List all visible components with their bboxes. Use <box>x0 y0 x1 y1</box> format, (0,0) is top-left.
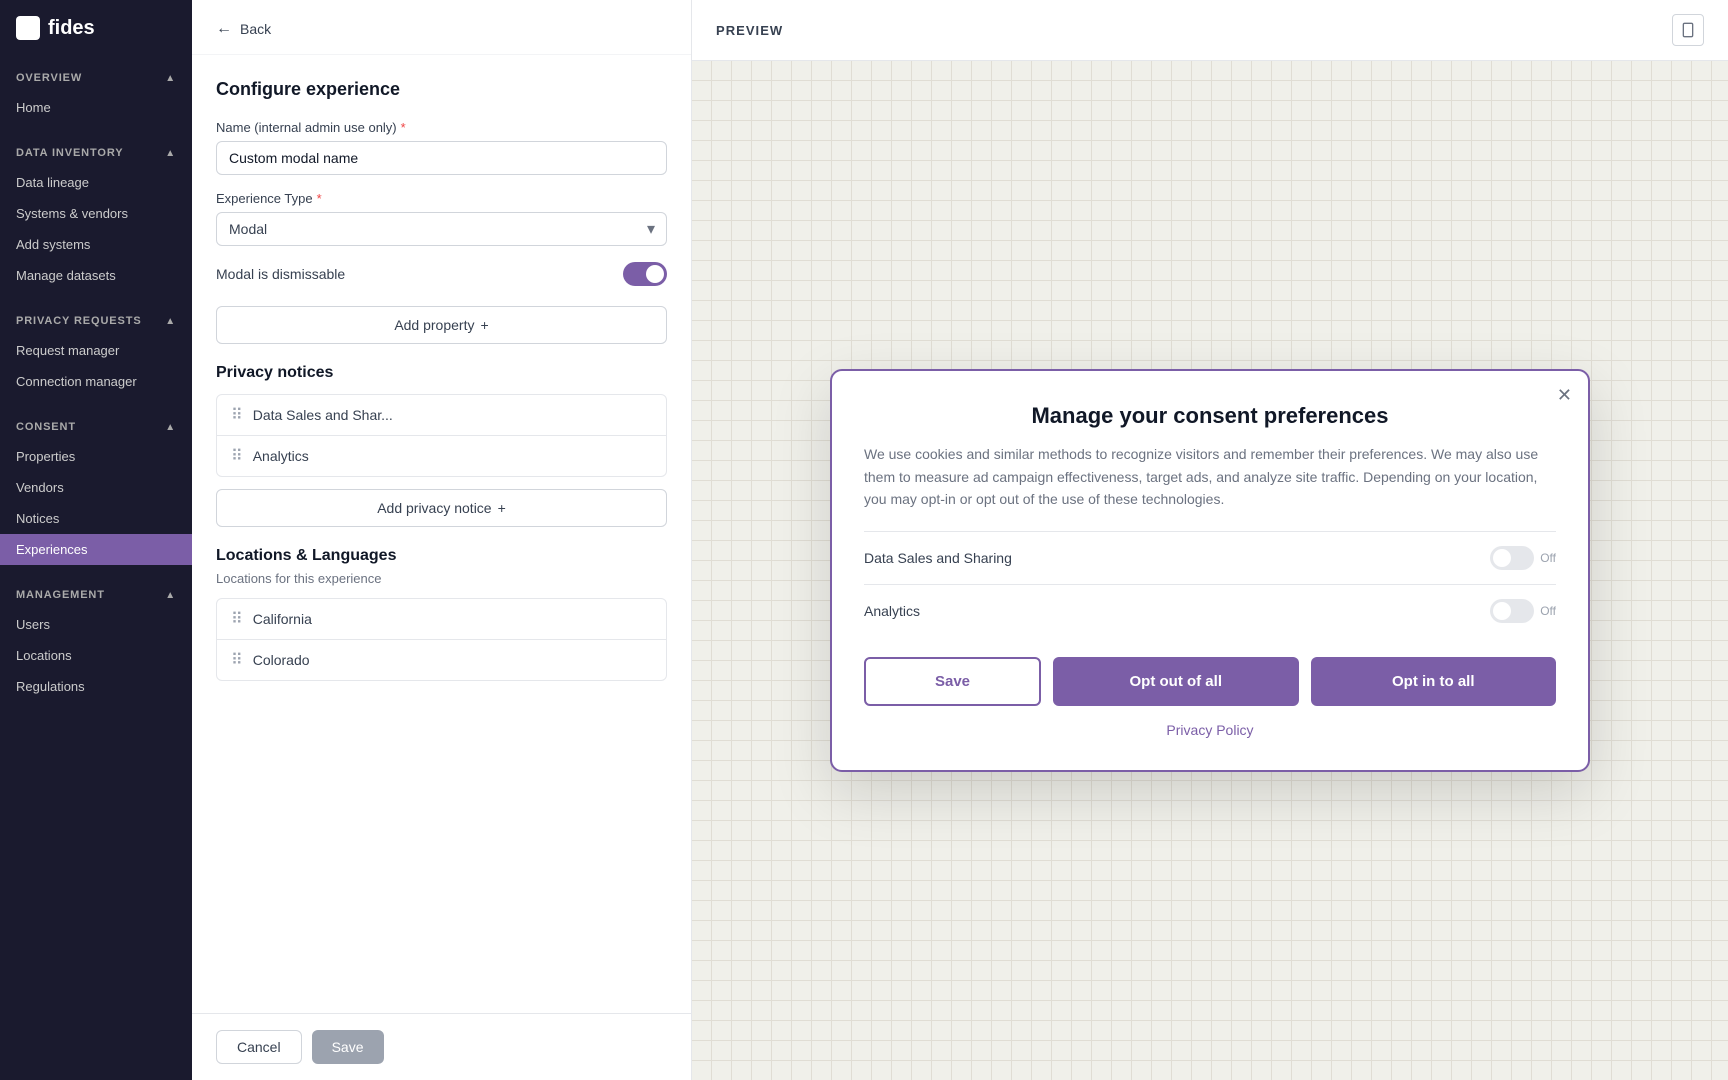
chevron-up-icon: ▲ <box>165 422 176 433</box>
sidebar-section-overview: OVERVIEW ▲ Home <box>0 56 192 131</box>
location-item-california: ⠿ California <box>217 599 666 640</box>
preview-content: ✕ Manage your consent preferences We use… <box>692 61 1728 1080</box>
chevron-up-icon: ▲ <box>165 316 176 327</box>
locations-title: Locations & Languages <box>216 547 667 565</box>
sidebar-item-notices[interactable]: Notices <box>0 503 192 534</box>
notice-item-label: Data Sales and Shar... <box>253 407 393 423</box>
sidebar: fides OVERVIEW ▲ Home DATA INVENTORY ▲ D… <box>0 0 192 1080</box>
modal-dismissable-row: Modal is dismissable <box>216 262 667 286</box>
config-panel: ← Back Configure experience Name (intern… <box>192 0 692 1080</box>
sidebar-item-request-manager[interactable]: Request manager <box>0 335 192 366</box>
app-name: fides <box>48 17 95 40</box>
plus-icon: + <box>480 317 488 333</box>
location-label: Colorado <box>253 652 310 668</box>
modal-close-button[interactable]: ✕ <box>1557 385 1572 406</box>
experience-type-label: Experience Type * <box>216 191 667 206</box>
modal-buttons: Save Opt out of all Opt in to all <box>864 657 1556 706</box>
app-logo: fides <box>0 0 192 56</box>
config-footer: Cancel Save <box>192 1013 691 1080</box>
sidebar-item-home[interactable]: Home <box>0 92 192 123</box>
sidebar-item-add-systems[interactable]: Add systems <box>0 229 192 260</box>
consent-item-analytics: Analytics Off <box>864 584 1556 637</box>
modal-description: We use cookies and similar methods to re… <box>864 443 1556 510</box>
tablet-icon <box>1680 22 1696 38</box>
back-button[interactable]: ← Back <box>192 0 691 55</box>
modal-dismissable-label: Modal is dismissable <box>216 266 345 282</box>
modal-title: Manage your consent preferences <box>864 403 1556 429</box>
cancel-button[interactable]: Cancel <box>216 1030 302 1064</box>
notice-list: ⠿ Data Sales and Shar... ⠿ Analytics <box>216 394 667 477</box>
sidebar-item-experiences[interactable]: Experiences <box>0 534 192 565</box>
sidebar-item-locations[interactable]: Locations <box>0 640 192 671</box>
sidebar-item-regulations[interactable]: Regulations <box>0 671 192 702</box>
sidebar-section-consent: CONSENT ▲ Properties Vendors Notices Exp… <box>0 405 192 573</box>
modal-save-button[interactable]: Save <box>864 657 1041 706</box>
logo-icon <box>16 16 40 40</box>
modal-opt-in-button[interactable]: Opt in to all <box>1311 657 1557 706</box>
back-label: Back <box>240 21 271 37</box>
drag-handle-icon[interactable]: ⠿ <box>231 609 243 629</box>
chevron-up-icon: ▲ <box>165 590 176 601</box>
consent-modal: ✕ Manage your consent preferences We use… <box>830 369 1590 771</box>
sidebar-section-header-management[interactable]: MANAGEMENT ▲ <box>0 581 192 609</box>
chevron-up-icon: ▲ <box>165 148 176 159</box>
required-indicator: * <box>317 191 322 206</box>
privacy-policy-link[interactable]: Privacy Policy <box>864 722 1556 738</box>
location-label: California <box>253 611 312 627</box>
add-property-button[interactable]: Add property + <box>216 306 667 344</box>
sidebar-item-properties[interactable]: Properties <box>0 441 192 472</box>
sidebar-section-header-privacy-requests[interactable]: PRIVACY REQUESTS ▲ <box>0 307 192 335</box>
save-button[interactable]: Save <box>312 1030 384 1064</box>
consent-toggle-data-sales[interactable]: Off <box>1490 546 1556 570</box>
drag-handle-icon[interactable]: ⠿ <box>231 405 243 425</box>
drag-handle-icon[interactable]: ⠿ <box>231 446 243 466</box>
modal-dismissable-toggle[interactable] <box>623 262 667 286</box>
experience-type-select-wrapper: Modal ▾ <box>216 212 667 246</box>
back-arrow-icon: ← <box>216 20 232 38</box>
sidebar-section-header-consent[interactable]: CONSENT ▲ <box>0 413 192 441</box>
experience-type-select[interactable]: Modal <box>216 212 667 246</box>
notice-item-data-sales: ⠿ Data Sales and Shar... <box>217 395 666 436</box>
chevron-up-icon: ▲ <box>165 73 176 84</box>
name-input[interactable] <box>216 141 667 175</box>
toggle-track <box>1490 599 1534 623</box>
config-body: Configure experience Name (internal admi… <box>192 55 691 1013</box>
preview-panel: PREVIEW ✕ Manage your consent preference… <box>692 0 1728 1080</box>
device-toggle-button[interactable] <box>1672 14 1704 46</box>
notice-item-analytics: ⠿ Analytics <box>217 436 666 476</box>
location-list: ⠿ California ⠿ Colorado <box>216 598 667 681</box>
sidebar-section-header-data-inventory[interactable]: DATA INVENTORY ▲ <box>0 139 192 167</box>
preview-header: PREVIEW <box>692 0 1728 61</box>
main-content: ← Back Configure experience Name (intern… <box>192 0 1728 1080</box>
modal-opt-out-button[interactable]: Opt out of all <box>1053 657 1299 706</box>
locations-subtitle: Locations for this experience <box>216 571 667 586</box>
sidebar-section-data-inventory: DATA INVENTORY ▲ Data lineage Systems & … <box>0 131 192 299</box>
required-indicator: * <box>401 120 406 135</box>
consent-toggle-analytics[interactable]: Off <box>1490 599 1556 623</box>
sidebar-item-users[interactable]: Users <box>0 609 192 640</box>
toggle-state-label: Off <box>1540 551 1556 565</box>
toggle-track <box>1490 546 1534 570</box>
sidebar-section-header-overview[interactable]: OVERVIEW ▲ <box>0 64 192 92</box>
privacy-notices-title: Privacy notices <box>216 364 667 382</box>
consent-item-label: Data Sales and Sharing <box>864 550 1012 566</box>
plus-icon: + <box>498 500 506 516</box>
add-privacy-notice-button[interactable]: Add privacy notice + <box>216 489 667 527</box>
sidebar-item-connection-manager[interactable]: Connection manager <box>0 366 192 397</box>
sidebar-section-management: MANAGEMENT ▲ Users Locations Regulations <box>0 573 192 710</box>
sidebar-item-systems-vendors[interactable]: Systems & vendors <box>0 198 192 229</box>
location-item-colorado: ⠿ Colorado <box>217 640 666 680</box>
consent-item-label: Analytics <box>864 603 920 619</box>
name-label: Name (internal admin use only) * <box>216 120 667 135</box>
sidebar-item-manage-datasets[interactable]: Manage datasets <box>0 260 192 291</box>
sidebar-item-vendors[interactable]: Vendors <box>0 472 192 503</box>
config-section-title: Configure experience <box>216 79 667 100</box>
sidebar-section-privacy-requests: PRIVACY REQUESTS ▲ Request manager Conne… <box>0 299 192 405</box>
drag-handle-icon[interactable]: ⠿ <box>231 650 243 670</box>
toggle-state-label: Off <box>1540 604 1556 618</box>
notice-item-label: Analytics <box>253 448 309 464</box>
preview-title: PREVIEW <box>716 23 783 38</box>
sidebar-item-data-lineage[interactable]: Data lineage <box>0 167 192 198</box>
consent-item-data-sales: Data Sales and Sharing Off <box>864 531 1556 584</box>
